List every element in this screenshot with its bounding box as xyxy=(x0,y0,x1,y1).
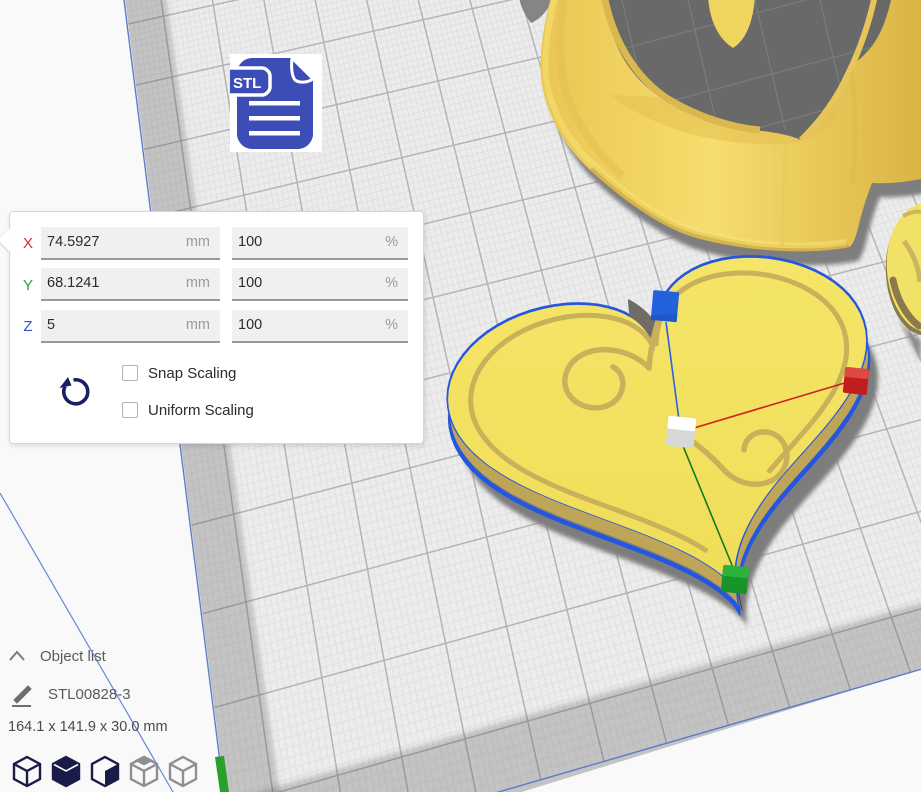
svg-text:STL: STL xyxy=(233,75,261,92)
